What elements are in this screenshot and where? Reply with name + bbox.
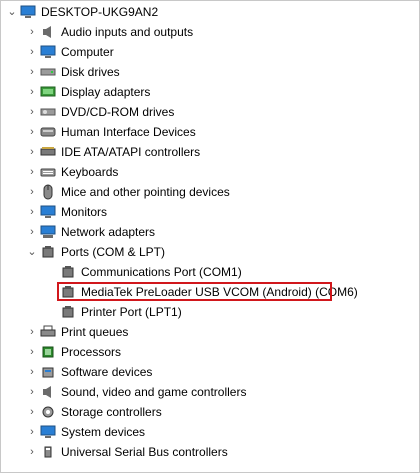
- chevron-right-icon[interactable]: ›: [25, 422, 39, 442]
- tree-item-label: Monitors: [61, 205, 108, 219]
- tree-child-com1[interactable]: Communications Port (COM1): [59, 262, 242, 282]
- tree-child-lpt1[interactable]: Printer Port (LPT1): [59, 302, 182, 322]
- tree-item-system-devices[interactable]: › System devices: [25, 422, 145, 442]
- keyboard-icon: [39, 163, 57, 181]
- chevron-right-icon[interactable]: ›: [25, 202, 39, 222]
- chevron-right-icon[interactable]: ›: [25, 42, 39, 62]
- chevron-right-icon[interactable]: ›: [25, 22, 39, 42]
- chevron-right-icon[interactable]: ›: [25, 402, 39, 422]
- port-icon: [39, 243, 57, 261]
- tree-item-label: Printer Port (LPT1): [81, 305, 182, 319]
- tree-item-ports[interactable]: ⌄ Ports (COM & LPT): [25, 242, 165, 262]
- chevron-right-icon[interactable]: ›: [25, 342, 39, 362]
- tree-item-display-adapters[interactable]: › Display adapters: [25, 82, 150, 102]
- usb-icon: [39, 443, 57, 461]
- computer-icon: [19, 3, 37, 21]
- chevron-right-icon[interactable]: ›: [25, 442, 39, 462]
- chevron-right-icon[interactable]: ›: [25, 222, 39, 242]
- tree-root[interactable]: ⌄ DESKTOP-UKG9AN2: [5, 2, 158, 22]
- processor-icon: [39, 343, 57, 361]
- chevron-right-icon[interactable]: ›: [25, 382, 39, 402]
- tree-item-label: Universal Serial Bus controllers: [61, 445, 228, 459]
- optical-drive-icon: [39, 103, 57, 121]
- device-manager-tree-frame: ⌄ DESKTOP-UKG9AN2 › Audio inputs and out…: [0, 0, 420, 473]
- chevron-down-icon[interactable]: ⌄: [25, 242, 39, 262]
- tree-item-storage[interactable]: › Storage controllers: [25, 402, 162, 422]
- chevron-right-icon[interactable]: ›: [25, 82, 39, 102]
- chevron-right-icon[interactable]: ›: [25, 102, 39, 122]
- monitor-icon: [39, 203, 57, 221]
- sound-icon: [39, 383, 57, 401]
- chevron-right-icon[interactable]: ›: [25, 62, 39, 82]
- port-icon: [59, 263, 77, 281]
- tree-item-label: Network adapters: [61, 225, 156, 239]
- tree-item-label: Print queues: [61, 325, 129, 339]
- tree-item-software-devices[interactable]: › Software devices: [25, 362, 152, 382]
- tree-item-sound[interactable]: › Sound, video and game controllers: [25, 382, 246, 402]
- tree-item-usb[interactable]: › Universal Serial Bus controllers: [25, 442, 228, 462]
- tree-item-label: System devices: [61, 425, 146, 439]
- tree-item-disk-drives[interactable]: › Disk drives: [25, 62, 120, 82]
- mouse-icon: [39, 183, 57, 201]
- tree-item-label: Human Interface Devices: [61, 125, 196, 139]
- tree-item-monitors[interactable]: › Monitors: [25, 202, 107, 222]
- tree-item-computer[interactable]: › Computer: [25, 42, 114, 62]
- root-label: DESKTOP-UKG9AN2: [41, 5, 159, 19]
- tree-item-label: Software devices: [61, 365, 153, 379]
- ide-controller-icon: [39, 143, 57, 161]
- chevron-right-icon[interactable]: ›: [25, 142, 39, 162]
- storage-controller-icon: [39, 403, 57, 421]
- chevron-right-icon[interactable]: ›: [25, 182, 39, 202]
- tree-item-label: Mice and other pointing devices: [61, 185, 230, 199]
- network-icon: [39, 223, 57, 241]
- tree-item-processors[interactable]: › Processors: [25, 342, 121, 362]
- highlight-box: [57, 282, 332, 301]
- tree-item-label: IDE ATA/ATAPI controllers: [61, 145, 201, 159]
- tree-item-ide[interactable]: › IDE ATA/ATAPI controllers: [25, 142, 200, 162]
- tree-item-label: Display adapters: [61, 85, 151, 99]
- tree-item-label: Communications Port (COM1): [81, 265, 242, 279]
- display-adapter-icon: [39, 83, 57, 101]
- disk-drive-icon: [39, 63, 57, 81]
- tree-item-label: Ports (COM & LPT): [61, 245, 166, 259]
- printer-icon: [39, 323, 57, 341]
- port-icon: [59, 303, 77, 321]
- tree-item-label: Computer: [61, 45, 114, 59]
- tree-item-label: Keyboards: [61, 165, 119, 179]
- tree-item-label: DVD/CD-ROM drives: [61, 105, 175, 119]
- tree-item-label: Processors: [61, 345, 122, 359]
- tree-item-label: Storage controllers: [61, 405, 162, 419]
- tree-item-mice[interactable]: › Mice and other pointing devices: [25, 182, 230, 202]
- tree-item-label: Audio inputs and outputs: [61, 25, 194, 39]
- chevron-right-icon[interactable]: ›: [25, 362, 39, 382]
- chevron-right-icon[interactable]: ›: [25, 322, 39, 342]
- tree-item-label: Sound, video and game controllers: [61, 385, 247, 399]
- speaker-icon: [39, 23, 57, 41]
- chevron-right-icon[interactable]: ›: [25, 122, 39, 142]
- chevron-right-icon[interactable]: ›: [25, 162, 39, 182]
- tree-item-network[interactable]: › Network adapters: [25, 222, 155, 242]
- hid-icon: [39, 123, 57, 141]
- tree-item-audio[interactable]: › Audio inputs and outputs: [25, 22, 193, 42]
- tree-item-label: Disk drives: [61, 65, 120, 79]
- tree-item-print-queues[interactable]: › Print queues: [25, 322, 128, 342]
- system-device-icon: [39, 423, 57, 441]
- chevron-down-icon[interactable]: ⌄: [5, 2, 19, 22]
- tree-item-keyboards[interactable]: › Keyboards: [25, 162, 118, 182]
- software-device-icon: [39, 363, 57, 381]
- tree-item-dvd[interactable]: › DVD/CD-ROM drives: [25, 102, 174, 122]
- monitor-icon: [39, 43, 57, 61]
- tree-item-hid[interactable]: › Human Interface Devices: [25, 122, 196, 142]
